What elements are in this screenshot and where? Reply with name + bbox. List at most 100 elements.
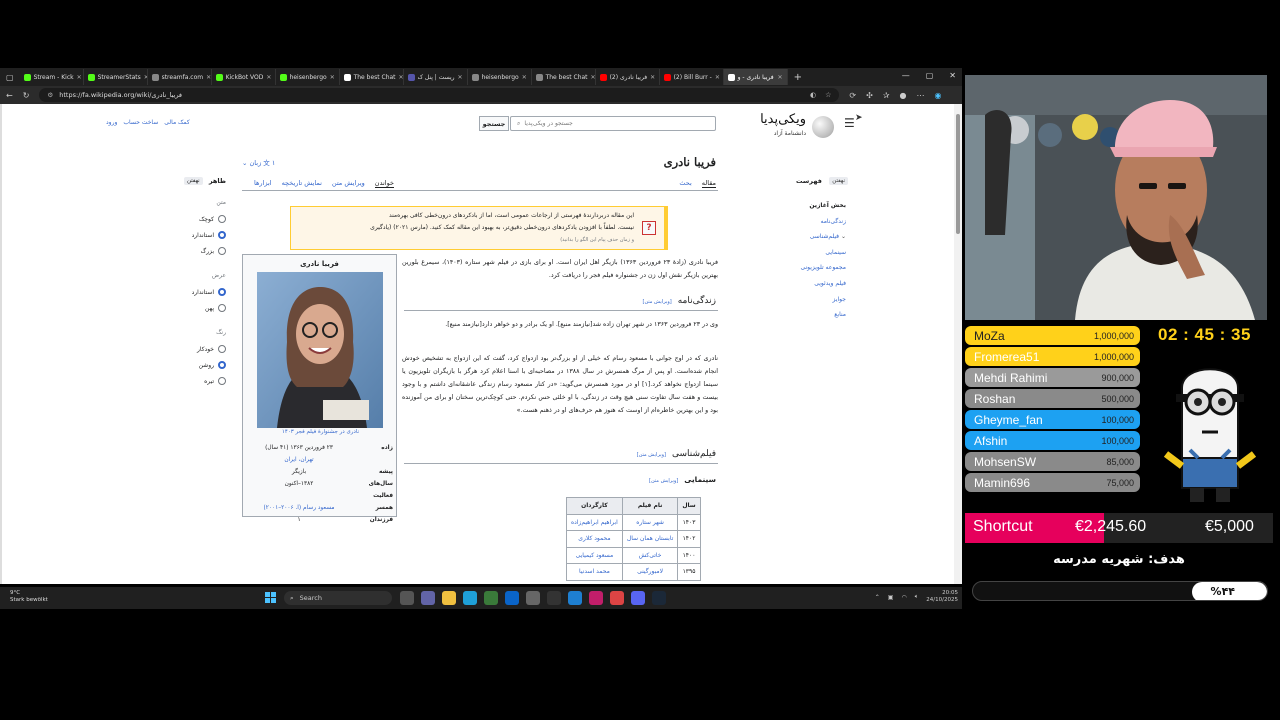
- table-cell[interactable]: محمد اسدنیا: [566, 563, 623, 581]
- app-icon[interactable]: [484, 591, 498, 605]
- url-field[interactable]: ⚙ https://fa.wikipedia.org/wiki/فریبا_نا…: [39, 88, 840, 102]
- tab-read[interactable]: خواندن: [374, 179, 394, 188]
- task-view-icon[interactable]: [400, 591, 414, 605]
- volume-icon[interactable]: 🔈︎: [915, 593, 919, 601]
- copilot-icon[interactable]: ◉: [935, 91, 942, 100]
- infobox-photo[interactable]: [257, 272, 383, 428]
- search-input[interactable]: جستجو در ویکی‌پدیا ⌕: [510, 116, 716, 131]
- infobox-caption[interactable]: نادری در جشنوارهٔ فیلم فجر ۱۴۰۳: [243, 429, 398, 435]
- text-size-small[interactable]: کوچک: [182, 211, 226, 227]
- browser-tab[interactable]: (2) فریبا نادری ✕: [596, 69, 660, 85]
- table-cell[interactable]: خاتی‌کش: [621, 546, 679, 564]
- toc-item-biography[interactable]: زندگی‌نامه: [782, 214, 846, 230]
- language-button[interactable]: 文 ۱ زبان ⌄: [242, 157, 275, 167]
- vscode-icon[interactable]: [568, 591, 582, 605]
- table-cell[interactable]: محمود کلاری: [566, 530, 623, 548]
- tab-close-icon[interactable]: ✕: [778, 74, 783, 81]
- browser-tab[interactable]: StreamerStats✕: [84, 69, 148, 85]
- new-tab-button[interactable]: +: [794, 72, 802, 83]
- chrome-icon[interactable]: [610, 591, 624, 605]
- translate-icon[interactable]: ◐: [810, 91, 816, 99]
- tab-tools[interactable]: ابزارها: [254, 179, 272, 188]
- extensions-icon[interactable]: ⟳: [849, 91, 856, 100]
- toc-item-references[interactable]: منابع: [782, 307, 846, 323]
- text-size-standard[interactable]: استاندارد: [182, 227, 226, 243]
- create-account-link[interactable]: ساخت حساب: [123, 119, 158, 126]
- color-auto[interactable]: خودکار: [182, 341, 226, 357]
- tab-close-icon[interactable]: ✕: [206, 74, 210, 81]
- wifi-icon[interactable]: ◠: [901, 594, 906, 601]
- browser-tab[interactable]: فریبا نادری - و ✕: [723, 69, 788, 85]
- edit-section-link[interactable]: [ویرایش متن]: [637, 452, 666, 458]
- discord-icon[interactable]: [631, 591, 645, 605]
- scrollbar-thumb[interactable]: [956, 114, 960, 234]
- table-cell[interactable]: ابراهیم ابراهیم‌زاده: [566, 513, 623, 531]
- maximize-icon[interactable]: ▢: [926, 71, 934, 80]
- appearance-hide-button[interactable]: نهفتن: [184, 177, 203, 185]
- bookmark-star-icon[interactable]: ☆: [825, 91, 831, 99]
- notice-line-3[interactable]: و زمان حذف پیام این الگو را بدانید): [297, 234, 634, 246]
- edge-icon[interactable]: [463, 591, 477, 605]
- toc-item-video-film[interactable]: فیلم ویدئویی: [782, 276, 846, 292]
- toc-item-tv-series[interactable]: مجموعه تلویزیونی: [782, 260, 846, 276]
- tab-close-icon[interactable]: ✕: [715, 74, 720, 81]
- table-cell[interactable]: تابستان همان سال: [621, 530, 679, 548]
- toc-item-awards[interactable]: جوایز: [782, 292, 846, 308]
- terminal-icon[interactable]: [547, 591, 561, 605]
- browser-tab[interactable]: The best Chat ✕: [532, 69, 596, 85]
- tab-talk[interactable]: بحث: [679, 179, 691, 188]
- windows-start-icon[interactable]: [265, 592, 276, 603]
- close-window-icon[interactable]: ✕: [949, 71, 956, 80]
- taskbar-search[interactable]: ⌕ Search: [284, 591, 392, 605]
- wikipedia-logo[interactable]: ویکی‌پدیا دانشنامهٔ آزاد: [754, 108, 844, 138]
- profile-avatar-icon[interactable]: ●: [900, 91, 907, 100]
- weather-widget[interactable]: 9°C Stark bewölkt: [10, 590, 48, 604]
- minimize-icon[interactable]: —: [902, 71, 910, 80]
- login-link[interactable]: ورود: [106, 119, 117, 126]
- tab-close-icon[interactable]: ✕: [522, 74, 527, 81]
- app-icon[interactable]: [526, 591, 540, 605]
- chevron-down-icon[interactable]: ⌄: [841, 233, 846, 240]
- site-info-icon[interactable]: ⚙: [47, 91, 53, 99]
- tab-history[interactable]: نمایش تاریخچه: [282, 179, 322, 188]
- main-menu-icon[interactable]: ☰: [844, 116, 855, 130]
- text-size-large[interactable]: بزرگ: [182, 243, 226, 259]
- browser-tab[interactable]: Stream - Kick ✕: [20, 69, 84, 85]
- clock[interactable]: 20:05 24/10/2025: [926, 590, 958, 604]
- tab-close-icon[interactable]: ✕: [266, 74, 271, 81]
- browser-tab[interactable]: heisenbergo ✕: [468, 69, 532, 85]
- steam-icon[interactable]: [652, 591, 666, 605]
- tab-article[interactable]: مقاله: [701, 179, 716, 188]
- table-cell[interactable]: لامبورگینی: [621, 563, 679, 581]
- color-dark[interactable]: تیره: [182, 373, 226, 389]
- toc-hide-button[interactable]: نهفتن: [829, 177, 848, 185]
- width-wide[interactable]: پهن: [182, 300, 226, 316]
- donate-link[interactable]: کمک مالی: [164, 119, 189, 126]
- outlook-icon[interactable]: [505, 591, 519, 605]
- toc-item-filmography[interactable]: ⌄ فیلم‌شناسی: [782, 229, 846, 245]
- browser-tab[interactable]: KickBot VOD ✕: [212, 69, 276, 85]
- teams-icon[interactable]: [421, 591, 435, 605]
- color-light[interactable]: روشن: [182, 357, 226, 373]
- table-cell[interactable]: مسعود کیمیایی: [566, 546, 623, 564]
- edit-section-link[interactable]: [ویرایش متن]: [649, 478, 678, 484]
- toc-item-cinema[interactable]: سینمایی: [782, 245, 846, 261]
- browser-menu-icon[interactable]: ▢: [6, 73, 14, 82]
- file-explorer-icon[interactable]: [442, 591, 456, 605]
- rider-icon[interactable]: [589, 591, 603, 605]
- reload-icon[interactable]: ↻: [23, 91, 30, 100]
- edit-section-link[interactable]: [ویرایش متن]: [643, 299, 672, 305]
- search-button[interactable]: جستجو: [479, 116, 509, 131]
- tab-close-icon[interactable]: ✕: [458, 74, 463, 81]
- browser-tab[interactable]: (2) Bill Burr - ✕: [660, 69, 724, 85]
- tab-close-icon[interactable]: ✕: [77, 74, 82, 81]
- tray-app-icon[interactable]: ▣: [888, 594, 894, 601]
- tab-close-icon[interactable]: ✕: [330, 74, 335, 81]
- browser-tab[interactable]: ریست | پنل ک ✕: [404, 69, 468, 85]
- tab-edit-source[interactable]: ویرایش متن: [332, 179, 365, 188]
- back-icon[interactable]: ←: [6, 91, 13, 100]
- tab-close-icon[interactable]: ✕: [650, 74, 655, 81]
- page-scrollbar[interactable]: [954, 104, 962, 584]
- puzzle-icon[interactable]: ✣: [866, 91, 873, 100]
- toc-item-intro[interactable]: بخش آغازین: [782, 198, 846, 214]
